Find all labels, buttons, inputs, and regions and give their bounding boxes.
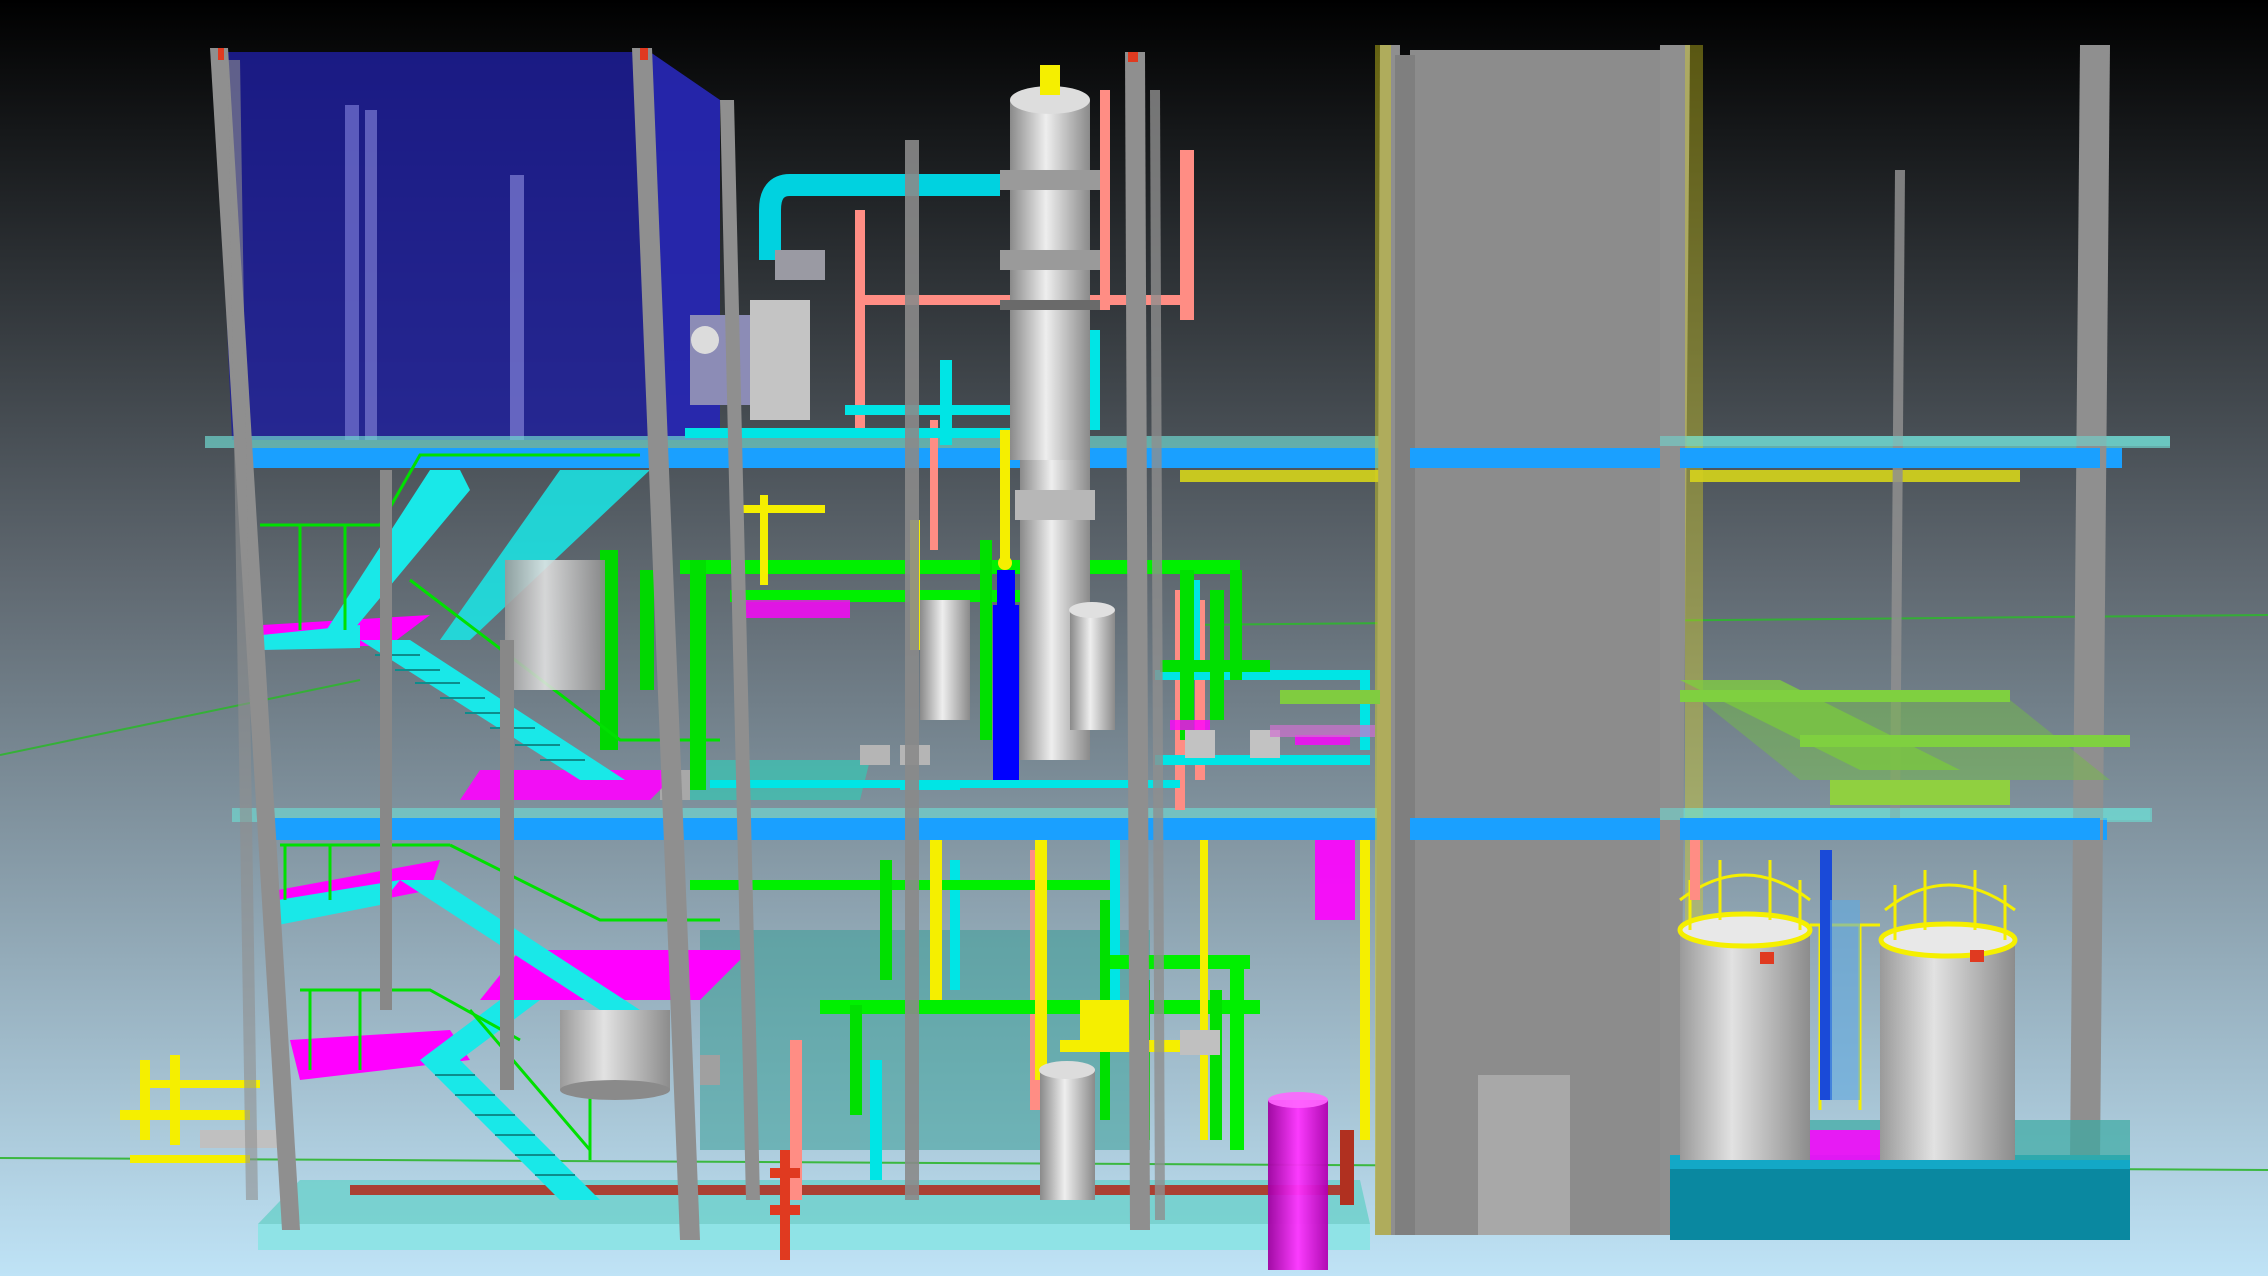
magenta-cylinder bbox=[1268, 1092, 1328, 1270]
3d-viewport[interactable] bbox=[0, 0, 2268, 1276]
cladding-block[interactable] bbox=[1395, 50, 1660, 1235]
